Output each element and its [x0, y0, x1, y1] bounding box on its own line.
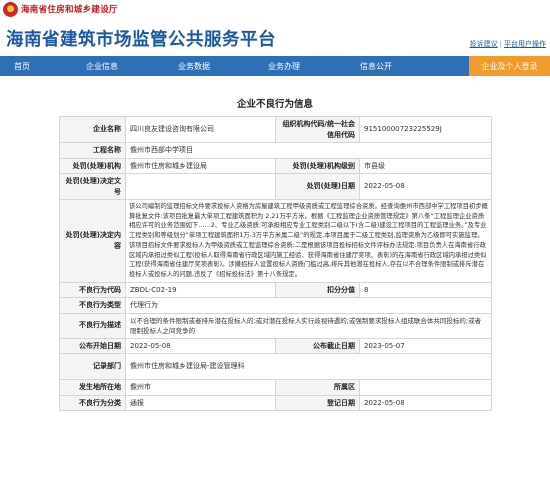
- region-level: [359, 379, 492, 396]
- region: 儋州市: [125, 379, 276, 396]
- behavior-type: 代理行为: [125, 297, 492, 314]
- nav-business-data[interactable]: 业务数据: [178, 61, 210, 72]
- reason-label: 处罚(处理)决定内容: [59, 199, 126, 283]
- table-row: 不良行为代码 ZBDL-C02-19 扣分分值 8: [59, 281, 492, 299]
- project-name-label: 工程名称: [59, 142, 126, 159]
- reason-text: 该公司编制的监理招标文件要求投标人资格为房屋建筑工程甲级资质或工程监理综合资质。…: [125, 199, 492, 283]
- link-separator: |: [499, 40, 502, 48]
- recorder: 儋州市住房和城乡建设局-建设管理科: [125, 353, 492, 381]
- bad-behavior-table: 企业名称 四川良友建设咨询有限公司 组织机构代码/统一社会信用代码 915100…: [59, 116, 492, 412]
- nav-business-handling[interactable]: 业务办理: [268, 61, 300, 72]
- behavior-code: ZBDL-C02-19: [125, 281, 276, 299]
- top-bar: 海南省住房和城乡建设厅: [0, 0, 550, 22]
- table-row: 不良行为类型 代理行为: [59, 297, 492, 314]
- decision-date: 2022-05-08: [359, 173, 492, 200]
- company-name: 四川良友建设咨询有限公司: [125, 116, 276, 143]
- org-code: 91510000723225529J: [359, 116, 492, 143]
- national-emblem-icon: [3, 2, 18, 17]
- authority: 儋州市住房和城乡建设局: [125, 157, 276, 174]
- header-links: 投诉建议 | 平台用户操作: [470, 39, 546, 49]
- publish-end-label: 公布截止日期: [275, 337, 360, 355]
- authority-level-label: 处罚(处理)机构级别: [275, 157, 360, 174]
- region-label: 发生地所在地: [59, 379, 126, 396]
- recorder-label: 记录部门: [59, 353, 126, 381]
- table-row: 处罚(处理)决定内容 该公司编制的监理招标文件要求投标人资格为房屋建筑工程甲级资…: [59, 199, 492, 283]
- agency-name: 海南省住房和城乡建设厅: [21, 5, 118, 15]
- complaint-link[interactable]: 投诉建议: [470, 40, 498, 48]
- project-name: 儋州市西部中学项目: [125, 142, 492, 159]
- nav-public-info[interactable]: 信息公开: [360, 61, 392, 72]
- site-title: 海南省建筑市场监管公共服务平台: [6, 30, 276, 50]
- publish-start-label: 公布开始日期: [59, 337, 126, 355]
- region-level-label: 所属区: [275, 379, 360, 396]
- record-date-label: 登记日期: [275, 394, 360, 412]
- site-header: 海南省建筑市场监管公共服务平台 投诉建议 | 平台用户操作: [0, 22, 550, 56]
- page-title: 企业不良行为信息: [236, 99, 313, 110]
- table-row: 记录部门 儋州市住房和城乡建设局-建设管理科: [59, 353, 492, 381]
- portal-login-button[interactable]: 企业及个人登录: [469, 56, 550, 76]
- table-row: 处罚(处理)决定文号 处罚(处理)日期 2022-05-08: [59, 173, 492, 200]
- publish-start: 2022-05-08: [125, 337, 276, 355]
- nav-company-info[interactable]: 企业信息: [86, 61, 118, 72]
- table-row: 公布开始日期 2022-05-08 公布截止日期 2023-05-07: [59, 337, 492, 355]
- table-row: 不良行为描述 以不合理的条件限制或者排斥潜在投标人的;或对潜在投标人实行歧视待遇…: [59, 312, 492, 339]
- org-code-label: 组织机构代码/统一社会信用代码: [275, 116, 360, 143]
- table-row: 发生地所在地 儋州市 所属区: [59, 379, 492, 396]
- table-row: 处罚(处理)机构 儋州市住房和城乡建设局 处罚(处理)机构级别 市县级: [59, 157, 492, 174]
- record-date: 2022-05-08: [359, 394, 492, 412]
- score: 8: [359, 281, 492, 299]
- company-name-label: 企业名称: [59, 116, 126, 143]
- platform-user-link[interactable]: 平台用户操作: [504, 40, 546, 48]
- decision-doc: [125, 173, 276, 200]
- behavior-desc: 以不合理的条件限制或者排斥潜在投标人的;或对潜在投标人实行歧视待遇的;或强制要求…: [125, 312, 492, 339]
- table-row: 不良行为分类 通报 登记日期 2022-05-08: [59, 394, 492, 412]
- publish-end: 2023-05-07: [359, 337, 492, 355]
- table-row: 工程名称 儋州市西部中学项目: [59, 142, 492, 159]
- record-type: 通报: [125, 394, 276, 412]
- decision-date-label: 处罚(处理)日期: [275, 173, 360, 200]
- behavior-desc-label: 不良行为描述: [59, 312, 126, 339]
- behavior-code-label: 不良行为代码: [59, 281, 126, 299]
- nav-home[interactable]: 首页: [14, 61, 30, 72]
- authority-label: 处罚(处理)机构: [59, 157, 126, 174]
- main-nav: 首页 企业信息 业务数据 业务办理 信息公开 企业及个人登录: [0, 56, 550, 76]
- behavior-type-label: 不良行为类型: [59, 297, 126, 314]
- record-type-label: 不良行为分类: [59, 394, 126, 412]
- table-row: 企业名称 四川良友建设咨询有限公司 组织机构代码/统一社会信用代码 915100…: [59, 116, 492, 143]
- score-label: 扣分分值: [275, 281, 360, 299]
- decision-doc-label: 处罚(处理)决定文号: [59, 173, 126, 200]
- authority-level: 市县级: [359, 157, 492, 174]
